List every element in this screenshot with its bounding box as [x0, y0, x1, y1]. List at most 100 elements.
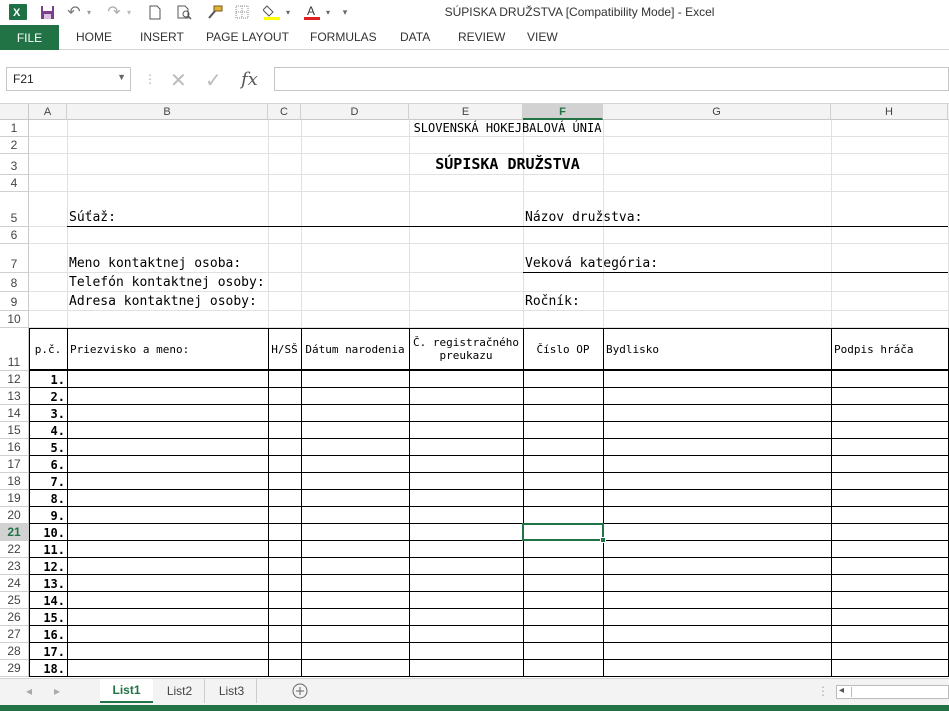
column-header-d[interactable]: D: [301, 104, 409, 120]
column-header-f[interactable]: F: [523, 104, 603, 120]
column-header-h[interactable]: H: [831, 104, 948, 120]
scroll-sheets-left-icon[interactable]: ◂: [22, 679, 36, 703]
scrollbar-thumb[interactable]: [851, 687, 946, 697]
row-header-2[interactable]: 2: [0, 137, 29, 154]
row-header-27[interactable]: 27: [0, 626, 29, 643]
player-number-cell[interactable]: 17.: [29, 643, 65, 660]
column-header-g[interactable]: G: [603, 104, 831, 120]
column-header-b[interactable]: B: [67, 104, 268, 120]
row-header-24[interactable]: 24: [0, 575, 29, 592]
row-header-7[interactable]: 7: [0, 244, 29, 273]
tab-file[interactable]: FILE: [0, 25, 59, 50]
formula-input[interactable]: [274, 67, 949, 91]
tab-page-layout[interactable]: PAGE LAYOUT: [206, 30, 289, 44]
year-label[interactable]: Ročník:: [523, 292, 623, 311]
row-header-25[interactable]: 25: [0, 592, 29, 609]
row-header-16[interactable]: 16: [0, 439, 29, 456]
header-birth[interactable]: Dátum narodenia: [302, 329, 408, 369]
row-header-1[interactable]: 1: [0, 120, 29, 137]
player-number-cell[interactable]: 12.: [29, 558, 65, 575]
selected-cell-f21[interactable]: [522, 523, 604, 541]
sheet-tab-list3[interactable]: List3: [207, 679, 257, 703]
scroll-left-icon[interactable]: ◂: [839, 685, 844, 696]
player-number-cell[interactable]: 4.: [29, 422, 65, 439]
row-header-6[interactable]: 6: [0, 227, 29, 244]
row-header-13[interactable]: 13: [0, 388, 29, 405]
player-number-cell[interactable]: 3.: [29, 405, 65, 422]
row-header-4[interactable]: 4: [0, 175, 29, 192]
row-header-11[interactable]: 11: [0, 328, 29, 371]
row-header-12[interactable]: 12: [0, 371, 29, 388]
sheet-title[interactable]: SÚPISKA DRUŽSTVA: [67, 154, 948, 175]
row-header-23[interactable]: 23: [0, 558, 29, 575]
player-number-cell[interactable]: 15.: [29, 609, 65, 626]
worksheet-grid[interactable]: ABCDEFGH 1 2 3 4 5 6 7 8 9 10 11 12 13 14 15 16 17 18 19 20…: [0, 104, 949, 678]
column-header-c[interactable]: C: [268, 104, 301, 120]
header-no[interactable]: p.č.: [30, 329, 66, 369]
row-header-19[interactable]: 19: [0, 490, 29, 507]
player-number-cell[interactable]: 18.: [29, 660, 65, 677]
age-category-label[interactable]: Veková kategória:: [523, 244, 723, 273]
player-number-cell[interactable]: 7.: [29, 473, 65, 490]
horizontal-scrollbar[interactable]: ◂: [836, 685, 949, 699]
row-header-10[interactable]: 10: [0, 311, 29, 328]
contact-name-label[interactable]: Meno kontaktnej osoba:: [67, 244, 287, 273]
row-header-8[interactable]: 8: [0, 273, 29, 292]
player-number-cell[interactable]: 5.: [29, 439, 65, 456]
split-handle-icon[interactable]: ⋮: [817, 679, 829, 703]
row-header-26[interactable]: 26: [0, 609, 29, 626]
row-header-3[interactable]: 3: [0, 154, 29, 175]
header-signature[interactable]: Podpis hráča: [832, 329, 947, 369]
header-address[interactable]: Bydlisko: [604, 329, 830, 369]
sheet-tab-list1[interactable]: List1: [100, 679, 153, 703]
tab-review[interactable]: REVIEW: [458, 30, 505, 44]
tab-data[interactable]: DATA: [400, 30, 430, 44]
row-header-17[interactable]: 17: [0, 456, 29, 473]
header-hs[interactable]: H/SŠ: [269, 329, 300, 369]
insert-function-icon[interactable]: fx: [241, 69, 258, 90]
player-number-cell[interactable]: 8.: [29, 490, 65, 507]
row-header-15[interactable]: 15: [0, 422, 29, 439]
enter-icon[interactable]: ✓: [205, 68, 222, 93]
row-header-9[interactable]: 9: [0, 292, 29, 311]
contact-phone-label[interactable]: Telefón kontaktnej osoby:: [67, 273, 287, 292]
player-number-cell[interactable]: 10.: [29, 524, 65, 541]
header-id[interactable]: Číslo OP: [524, 329, 602, 369]
player-number-cell[interactable]: 1.: [29, 371, 65, 388]
name-box[interactable]: F21 ▼: [6, 67, 131, 91]
tab-formulas[interactable]: FORMULAS: [310, 30, 377, 44]
union-title[interactable]: SLOVENSKÁ HOKEJBALOVÁ ÚNIA: [67, 120, 948, 137]
row-header-21[interactable]: 21: [0, 524, 29, 541]
fill-handle[interactable]: [600, 537, 606, 543]
row-header-5[interactable]: 5: [0, 192, 29, 227]
new-sheet-icon[interactable]: [290, 679, 310, 703]
sheet-tab-list2[interactable]: List2: [155, 679, 205, 703]
header-reg[interactable]: Č. registračného preukazu: [410, 329, 522, 369]
team-name-label[interactable]: Názov družstva:: [523, 192, 723, 227]
row-header-14[interactable]: 14: [0, 405, 29, 422]
scroll-sheets-right-icon[interactable]: ▸: [50, 679, 64, 703]
competition-label[interactable]: Súťaž:: [67, 192, 267, 227]
player-number-cell[interactable]: 13.: [29, 575, 65, 592]
header-name[interactable]: Priezvisko a meno:: [68, 329, 267, 369]
row-header-18[interactable]: 18: [0, 473, 29, 490]
player-number-cell[interactable]: 14.: [29, 592, 65, 609]
player-number-cell[interactable]: 9.: [29, 507, 65, 524]
player-number-cell[interactable]: 2.: [29, 388, 65, 405]
row-header-22[interactable]: 22: [0, 541, 29, 558]
tab-home[interactable]: HOME: [76, 30, 112, 44]
row-header-29[interactable]: 29: [0, 660, 29, 677]
column-header-e[interactable]: E: [409, 104, 523, 120]
cancel-icon[interactable]: ✕: [170, 68, 187, 93]
select-all-corner[interactable]: [0, 104, 29, 120]
row-header-20[interactable]: 20: [0, 507, 29, 524]
contact-address-label[interactable]: Adresa kontaktnej osoby:: [67, 292, 287, 311]
row-header-28[interactable]: 28: [0, 643, 29, 660]
player-number-cell[interactable]: 6.: [29, 456, 65, 473]
tab-view[interactable]: VIEW: [527, 30, 558, 44]
name-box-dropdown-icon[interactable]: ▼: [117, 72, 126, 82]
tab-insert[interactable]: INSERT: [140, 30, 184, 44]
player-number-cell[interactable]: 11.: [29, 541, 65, 558]
player-number-cell[interactable]: 16.: [29, 626, 65, 643]
column-header-a[interactable]: A: [29, 104, 67, 120]
